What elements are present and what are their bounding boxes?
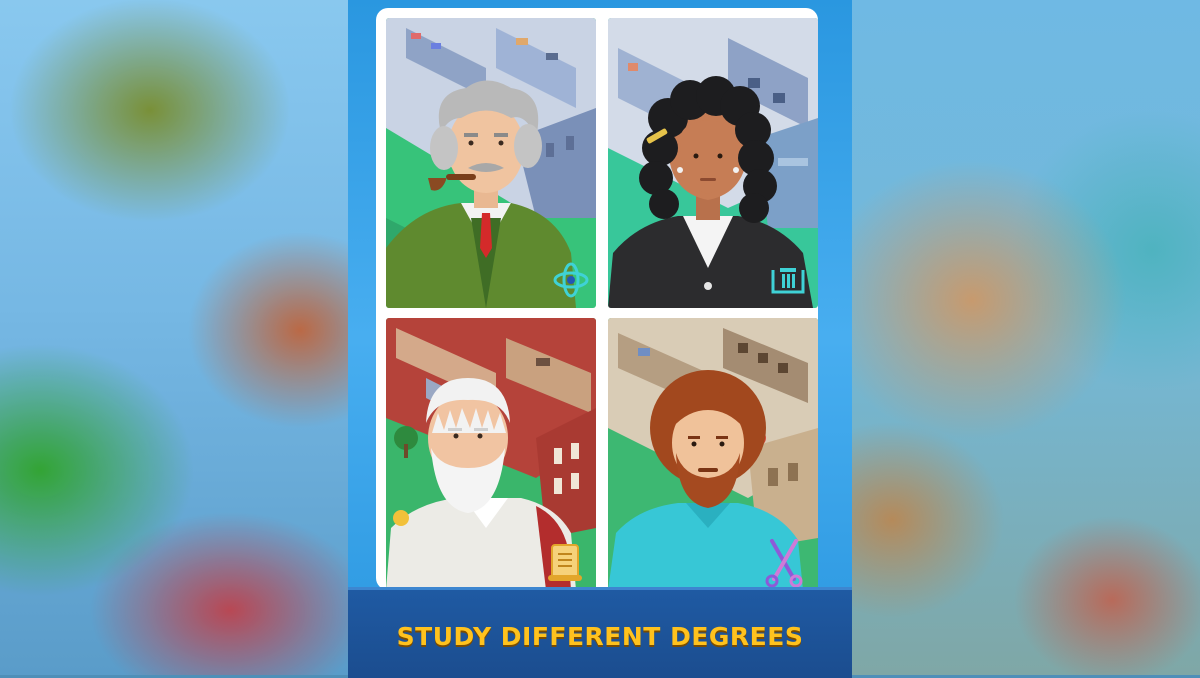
artist-illustration [608, 318, 818, 590]
lawyer-illustration [608, 18, 818, 308]
character-tile-scientist[interactable] [386, 18, 596, 308]
promo-panel: STUDY DIFFERENT DEGREES [348, 0, 852, 678]
blurred-background-right [852, 0, 1200, 675]
scroll-icon [548, 544, 582, 581]
title-banner: STUDY DIFFERENT DEGREES [348, 587, 852, 678]
character-tile-philosopher[interactable] [386, 318, 596, 590]
scientist-illustration [386, 18, 596, 308]
character-tile-lawyer[interactable] [608, 18, 818, 308]
blurred-background-left [0, 0, 348, 675]
character-card-grid [376, 8, 818, 590]
banner-title: STUDY DIFFERENT DEGREES [396, 622, 804, 651]
character-tile-artist[interactable] [608, 318, 818, 590]
philosopher-illustration [386, 318, 596, 590]
